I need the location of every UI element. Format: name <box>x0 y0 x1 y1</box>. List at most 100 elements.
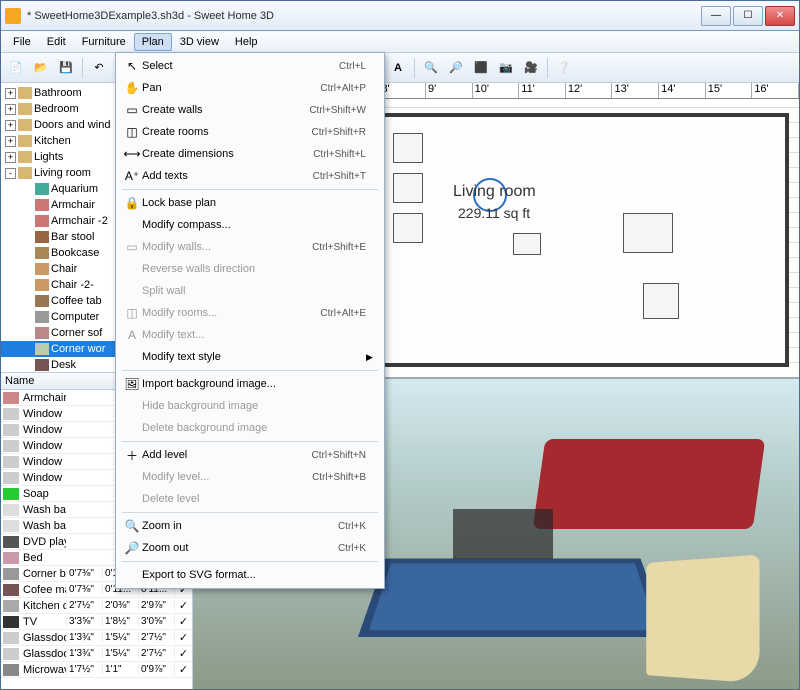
cursor-icon: ↖ <box>122 59 142 73</box>
menu-edit[interactable]: Edit <box>39 33 74 51</box>
menu-item-hide-background-image: Hide background image <box>118 395 382 417</box>
menu-item-zoom-out[interactable]: 🔎Zoom outCtrl+K <box>118 537 382 559</box>
close-button[interactable]: ✕ <box>765 6 795 26</box>
video-icon[interactable]: 🎥 <box>520 57 542 79</box>
menu-furniture[interactable]: Furniture <box>74 33 134 51</box>
zoom-out-icon[interactable]: 🔎 <box>445 57 467 79</box>
menu-item-add-texts[interactable]: A⁺Add textsCtrl+Shift+T <box>118 165 382 187</box>
text-icon: A⁺ <box>122 169 142 183</box>
item-icon <box>3 584 19 596</box>
folder-icon <box>18 119 32 131</box>
item-icon <box>3 536 19 548</box>
plan-furniture[interactable] <box>623 213 673 253</box>
expand-icon[interactable]: + <box>5 88 16 99</box>
menu-item-modify-compass-[interactable]: Modify compass... <box>118 214 382 236</box>
folder-icon <box>18 151 32 163</box>
plan-furniture[interactable] <box>393 133 423 163</box>
catalog-row[interactable]: Microwave1'7½"1'1"0'9⅞"✓ <box>1 662 192 678</box>
new-icon[interactable]: 📄 <box>5 57 27 79</box>
ruler-tick: 16' <box>752 83 799 98</box>
visible-checkbox[interactable]: ✓ <box>174 599 192 612</box>
item-icon <box>3 424 19 436</box>
ruler-tick: 9' <box>426 83 473 98</box>
item-icon <box>3 600 19 612</box>
item-icon <box>3 408 19 420</box>
furniture-icon <box>35 343 49 355</box>
menu-3d-view[interactable]: 3D view <box>172 33 227 51</box>
plan-furniture[interactable] <box>393 173 423 203</box>
furniture-icon <box>35 359 49 371</box>
camera-icon[interactable]: 📷 <box>495 57 517 79</box>
zin-icon: 🔍 <box>122 519 142 533</box>
menu-item-create-dimensions[interactable]: ⟷Create dimensionsCtrl+Shift+L <box>118 143 382 165</box>
help-icon[interactable]: ❔ <box>553 57 575 79</box>
ruler-tick: 8' <box>379 83 426 98</box>
plan-furniture[interactable] <box>393 213 423 243</box>
menu-item-modify-text-style[interactable]: Modify text style▶ <box>118 346 382 368</box>
armchair-3d <box>646 555 759 684</box>
undo-icon[interactable]: ↶ <box>88 57 110 79</box>
app-icon <box>5 8 21 24</box>
item-icon <box>3 472 19 484</box>
menu-help[interactable]: Help <box>227 33 266 51</box>
titlebar: * SweetHome3DExample3.sh3d - Sweet Home … <box>1 1 799 31</box>
item-icon <box>3 568 19 580</box>
menu-item-create-walls[interactable]: ▭Create wallsCtrl+Shift+W <box>118 99 382 121</box>
menu-item-lock-base-plan[interactable]: 🔒Lock base plan <box>118 192 382 214</box>
visible-checkbox[interactable]: ✓ <box>174 615 192 628</box>
menu-item-add-level[interactable]: ＋Add levelCtrl+Shift+N <box>118 444 382 466</box>
menu-item-delete-background-image: Delete background image <box>118 417 382 439</box>
plan-furniture[interactable] <box>643 283 679 319</box>
visible-checkbox[interactable]: ✓ <box>174 647 192 660</box>
wall-icon: ▭ <box>122 103 142 117</box>
roomm-icon: ◫ <box>122 306 142 320</box>
furniture-icon <box>35 295 49 307</box>
menu-item-zoom-in[interactable]: 🔍Zoom inCtrl+K <box>118 515 382 537</box>
menu-item-select[interactable]: ↖SelectCtrl+L <box>118 55 382 77</box>
item-icon <box>3 520 19 532</box>
expand-icon[interactable]: + <box>5 152 16 163</box>
menu-plan[interactable]: Plan <box>134 33 172 51</box>
sofa-3d <box>533 439 766 529</box>
folder-icon <box>18 135 32 147</box>
item-icon <box>3 552 19 564</box>
expand-icon[interactable]: - <box>5 168 16 179</box>
menu-item-modify-text-: AModify text... <box>118 324 382 346</box>
catalog-row[interactable]: Kitchen cabinet2'7½"2'0⅜"2'9⅞"✓ <box>1 598 192 614</box>
text-tool-icon[interactable]: A <box>387 57 409 79</box>
minimize-button[interactable]: — <box>701 6 731 26</box>
zout-icon: 🔎 <box>122 541 142 555</box>
maximize-button[interactable]: ☐ <box>733 6 763 26</box>
catalog-row[interactable]: TV3'3⅝"1'8½"3'0⅝"✓ <box>1 614 192 630</box>
menu-item-modify-walls-: ▭Modify walls...Ctrl+Shift+E <box>118 236 382 258</box>
menu-item-pan[interactable]: ✋PanCtrl+Alt+P <box>118 77 382 99</box>
textm-icon: A <box>122 328 142 342</box>
expand-icon[interactable]: + <box>5 120 16 131</box>
plus-icon: ＋ <box>122 447 142 464</box>
item-icon <box>3 392 19 404</box>
visible-checkbox[interactable]: ✓ <box>174 663 192 676</box>
open-icon[interactable]: 📂 <box>30 57 52 79</box>
visible-checkbox[interactable]: ✓ <box>174 631 192 644</box>
window-title: * SweetHome3DExample3.sh3d - Sweet Home … <box>27 10 701 22</box>
expand-icon[interactable]: + <box>5 104 16 115</box>
menu-item-import-background-image-[interactable]: 🖼Import background image... <box>118 373 382 395</box>
menu-item-create-rooms[interactable]: ◫Create roomsCtrl+Shift+R <box>118 121 382 143</box>
menu-file[interactable]: File <box>5 33 39 51</box>
menu-item-split-wall: Split wall <box>118 280 382 302</box>
ruler-tick: 12' <box>566 83 613 98</box>
expand-icon[interactable]: + <box>5 136 16 147</box>
plan-furniture[interactable] <box>513 233 541 255</box>
zoom-in-icon[interactable]: 🔍 <box>420 57 442 79</box>
save-icon[interactable]: 💾 <box>55 57 77 79</box>
catalog-row[interactable]: Glassdoor cabinet1'3¾"1'5¼"2'7½"✓ <box>1 646 192 662</box>
item-icon <box>3 632 19 644</box>
catalog-row[interactable]: Glassdoor cabinet1'3¾"1'5¼"2'7½"✓ <box>1 630 192 646</box>
dim-icon: ⟷ <box>122 147 142 161</box>
furniture-icon <box>35 279 49 291</box>
menu-item-export-to-svg-format-[interactable]: Export to SVG format... <box>118 564 382 586</box>
folder-icon <box>18 103 32 115</box>
menubar: FileEditFurniturePlan3D viewHelp <box>1 31 799 53</box>
3d-icon[interactable]: ⬛ <box>470 57 492 79</box>
menu-item-modify-rooms-: ◫Modify rooms...Ctrl+Alt+E <box>118 302 382 324</box>
